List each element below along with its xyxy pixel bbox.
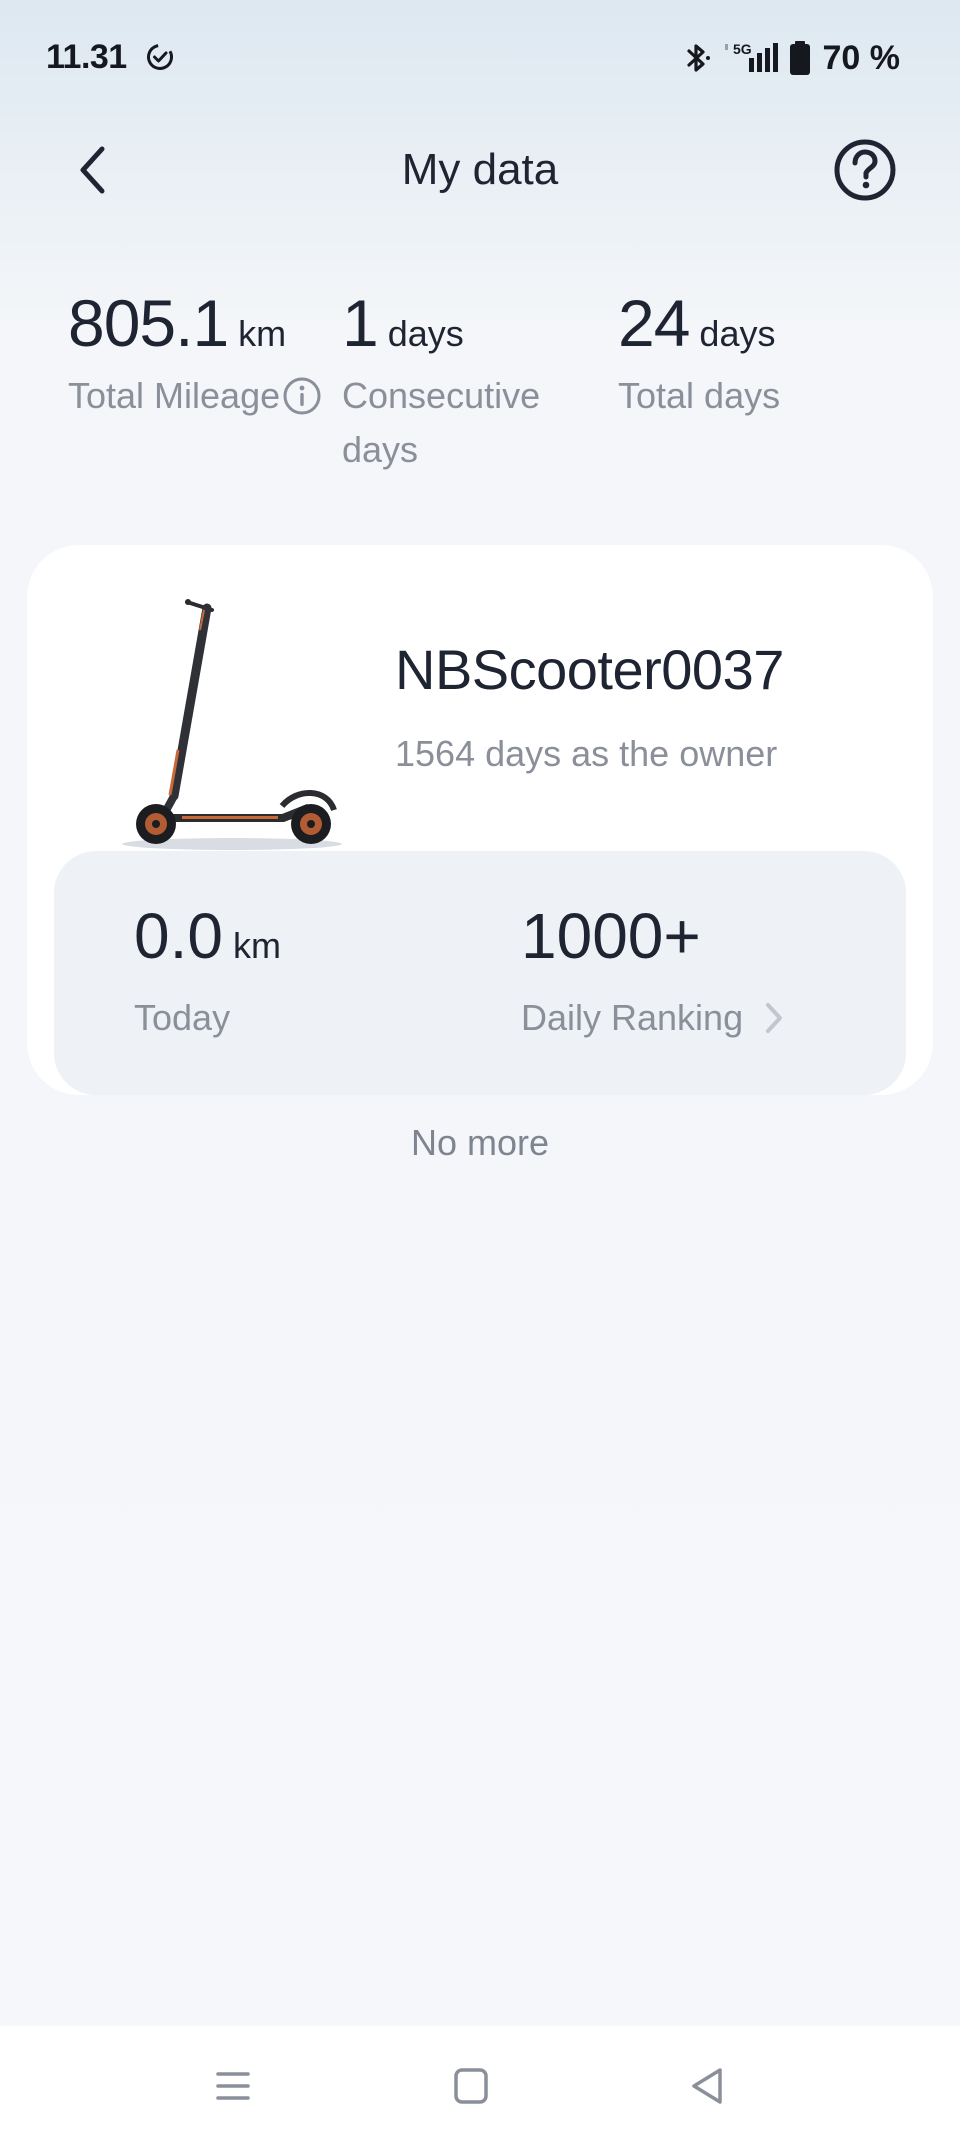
total-mileage-value: 805.1 [68,286,229,360]
today-stat: 0.0 km Today [134,899,281,1039]
home-square-icon[interactable] [441,2056,501,2116]
help-question-icon[interactable] [832,137,898,203]
status-bar: 11.31 5G 70 % [0,0,960,115]
total-days-stat: 24 days Total days [618,285,780,423]
bluetooth-icon [686,44,710,72]
chevron-right-icon [766,1003,783,1033]
check-circle-icon [147,44,173,70]
vehicle-card[interactable]: NBScooter0037 1564 days as the owner 0.0… [27,545,933,1095]
battery-icon [789,41,810,75]
daily-ranking-value: 1000+ [521,900,701,972]
total-days-label: Total days [618,375,781,416]
status-time: 11.31 [46,38,127,76]
network-label: 5G [733,41,752,57]
total-mileage-unit: km [238,313,287,354]
no-more-text: No more [410,1122,550,1163]
total-mileage-stat: 805.1 km Total Mileage [68,285,322,423]
scooter-image [122,599,342,850]
vehicle-name: NBScooter0037 [395,638,784,701]
today-label: Today [134,997,231,1038]
consecutive-days-unit: days [387,313,464,354]
today-value: 0.0 [134,900,223,972]
today-unit: km [232,925,281,966]
total-mileage-label: Total Mileage [68,375,281,416]
total-days-value: 24 [618,286,690,360]
daily-ranking-link[interactable]: 1000+ Daily Ranking [521,899,787,1039]
consecutive-days-label: Consecutive days [342,375,541,470]
header: My data [0,115,960,225]
menu-icon[interactable] [203,2056,263,2116]
info-icon[interactable] [282,376,322,416]
daily-ranking-label: Daily Ranking [521,997,744,1038]
status-icons: 5G 70 % [679,36,901,80]
total-days-unit: days [699,313,776,354]
battery-percent: 70 % [822,38,901,77]
back-triangle-icon[interactable] [678,2056,738,2116]
page-title: My data [401,145,559,194]
consecutive-days-value: 1 [342,286,379,360]
stats-summary: 805.1 km Total Mileage 1 days Consecutiv… [0,285,960,505]
owner-days: 1564 days as the owner [395,733,778,774]
vehicle-stats-panel: 0.0 km Today 1000+ Daily Ranking [54,851,906,1095]
consecutive-days-stat: 1 days Consecutive days [342,285,572,477]
system-nav-bar [0,2026,960,2146]
signal-icon: 5G [724,41,778,72]
